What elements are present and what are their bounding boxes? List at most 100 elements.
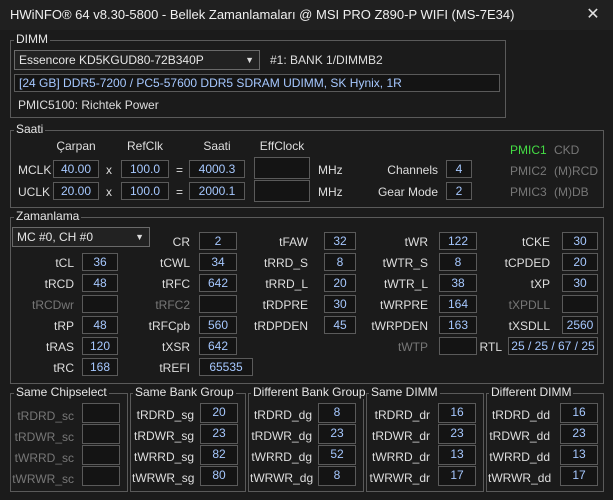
tcke-value: 30 [562, 232, 598, 250]
txp-label: tXP [530, 277, 550, 291]
trdwr-sc-label: tRDWR_sc [14, 430, 74, 444]
uclk-effclock [254, 180, 310, 202]
tcl-label: tCL [55, 256, 74, 270]
mclk-unit: MHz [318, 163, 343, 177]
twtr-l-value: 38 [439, 274, 477, 292]
uclk-unit: MHz [318, 185, 343, 199]
trdrd-sc-value [82, 403, 120, 423]
mclk-x: x [106, 163, 112, 177]
trdwr-dd-label: tRDWR_dd [489, 429, 550, 443]
trdrd-dr-label: tRDRD_dr [374, 408, 430, 422]
tcl-value: 36 [82, 253, 118, 271]
txpdll-label: tXPDLL [508, 298, 550, 312]
bank-label: #1: BANK 1/DIMMB2 [270, 53, 383, 67]
txsdll-value: 2560 [562, 316, 598, 334]
trdpre-value: 30 [324, 295, 356, 313]
trcdwr-value [82, 295, 118, 313]
tcwl-label: tCWL [160, 256, 190, 270]
twtr-l-label: tWTR_L [383, 277, 428, 291]
chevron-down-icon: ▼ [135, 232, 144, 242]
mclk-label: MCLK [18, 163, 52, 177]
trdrd-dg-value: 8 [318, 403, 356, 423]
trrd-s-value: 8 [324, 253, 356, 271]
same-bank-group-title: Same Bank Group [133, 385, 236, 399]
twrrd-sg-value: 82 [200, 445, 238, 465]
txp-value: 30 [562, 274, 598, 292]
tfaw-value: 32 [324, 232, 356, 250]
mclk-refclk: 100.0 [121, 160, 169, 178]
cr-value: 2 [199, 232, 237, 250]
trrd-s-label: tRRD_S [263, 256, 308, 270]
ckd-indicator: CKD [554, 143, 580, 157]
cr-label: CR [172, 235, 190, 249]
trrd-l-label: tRRD_L [265, 277, 308, 291]
window-title: HWiNFO® 64 v8.30-5800 - Bellek Zamanlama… [10, 7, 515, 22]
txpdll-value [562, 295, 598, 313]
twrrd-dd-label: tWRRD_dd [489, 450, 550, 464]
trefi-label: tREFI [159, 361, 190, 375]
tcpded-value: 20 [562, 253, 598, 271]
twr-label: tWR [404, 235, 428, 249]
twtr-s-label: tWTR_S [382, 256, 428, 270]
channels-value: 4 [446, 160, 472, 178]
trdrd-dr-value: 16 [438, 403, 476, 423]
module-select[interactable]: Essencore KD5KGUD80-72B340P ▼ [14, 50, 260, 70]
trdrd-dd-label: tRDRD_dd [491, 408, 550, 422]
gear-mode-value: 2 [446, 182, 472, 200]
mclk-frequency: 4000.3 [189, 160, 245, 178]
twrwr-sg-label: tWRWR_sg [132, 471, 195, 485]
header-effclock: EffClock [259, 139, 305, 153]
trdrd-sg-label: tRDRD_sg [136, 408, 194, 422]
different-dimm-title: Different DIMM [489, 385, 574, 399]
uclk-refclk: 100.0 [121, 182, 169, 200]
close-icon[interactable]: ✕ [583, 4, 603, 24]
trc-value: 168 [82, 358, 118, 376]
dimm-group-title: DIMM [14, 32, 50, 46]
trdwr-dr-label: tRDWR_dr [371, 429, 430, 443]
twtr-s-value: 8 [439, 253, 477, 271]
trefi-value: 65535 [199, 358, 253, 376]
twrwr-sc-label: tWRWR_sc [12, 472, 74, 486]
header-saati: Saati [203, 139, 231, 153]
trdwr-dd-value: 23 [560, 424, 598, 444]
trfc-label: tRFC [162, 277, 190, 291]
twrpre-value: 164 [439, 295, 477, 313]
twrwr-sc-value [82, 466, 120, 486]
pmic3-indicator: PMIC3 [510, 185, 547, 199]
trdrd-dd-value: 16 [560, 403, 598, 423]
twrpre-label: tWRPRE [380, 298, 428, 312]
twrrd-dd-value: 13 [560, 445, 598, 465]
trfc2-label: tRFC2 [155, 298, 190, 312]
pmic2-indicator: PMIC2 [510, 164, 547, 178]
tcpded-label: tCPDED [504, 256, 550, 270]
channel-select[interactable]: MC #0, CH #0 ▼ [12, 227, 150, 247]
twrrd-dg-value: 52 [318, 445, 356, 465]
trdpden-value: 45 [324, 316, 356, 334]
txsr-label: tXSR [161, 340, 190, 354]
gear-mode-label: Gear Mode [377, 185, 438, 199]
trdwr-dg-label: tRDWR_dg [251, 429, 312, 443]
tcwl-value: 34 [199, 253, 237, 271]
trfcpb-value: 560 [199, 316, 237, 334]
trcd-value: 48 [82, 274, 118, 292]
twrrd-sc-label: tWRRD_sc [14, 451, 74, 465]
twrrd-dr-value: 13 [438, 445, 476, 465]
trc-label: tRC [53, 361, 74, 375]
twrwr-dg-value: 8 [318, 466, 356, 486]
mclk-effclock [254, 157, 310, 179]
uclk-multiplier: 20.00 [53, 182, 99, 200]
twr-value: 122 [439, 232, 477, 250]
twrpden-label: tWRPDEN [371, 319, 428, 333]
trcdwr-label: tRCDwr [32, 298, 74, 312]
uclk-x: x [106, 185, 112, 199]
same-chipselect-title: Same Chipselect [14, 385, 109, 399]
trfc2-value [199, 295, 237, 313]
trdwr-dr-value: 23 [438, 424, 476, 444]
twrwr-dr-label: tWRWR_dr [369, 471, 430, 485]
trdpden-label: tRDPDEN [253, 319, 308, 333]
trdrd-dg-label: tRDRD_dg [253, 408, 312, 422]
dimm-info: [24 GB] DDR5-7200 / PC5-57600 DDR5 SDRAM… [14, 74, 500, 92]
trdwr-sg-label: tRDWR_sg [133, 429, 194, 443]
header-carpan: Çarpan [56, 139, 96, 153]
trrd-l-value: 20 [324, 274, 356, 292]
